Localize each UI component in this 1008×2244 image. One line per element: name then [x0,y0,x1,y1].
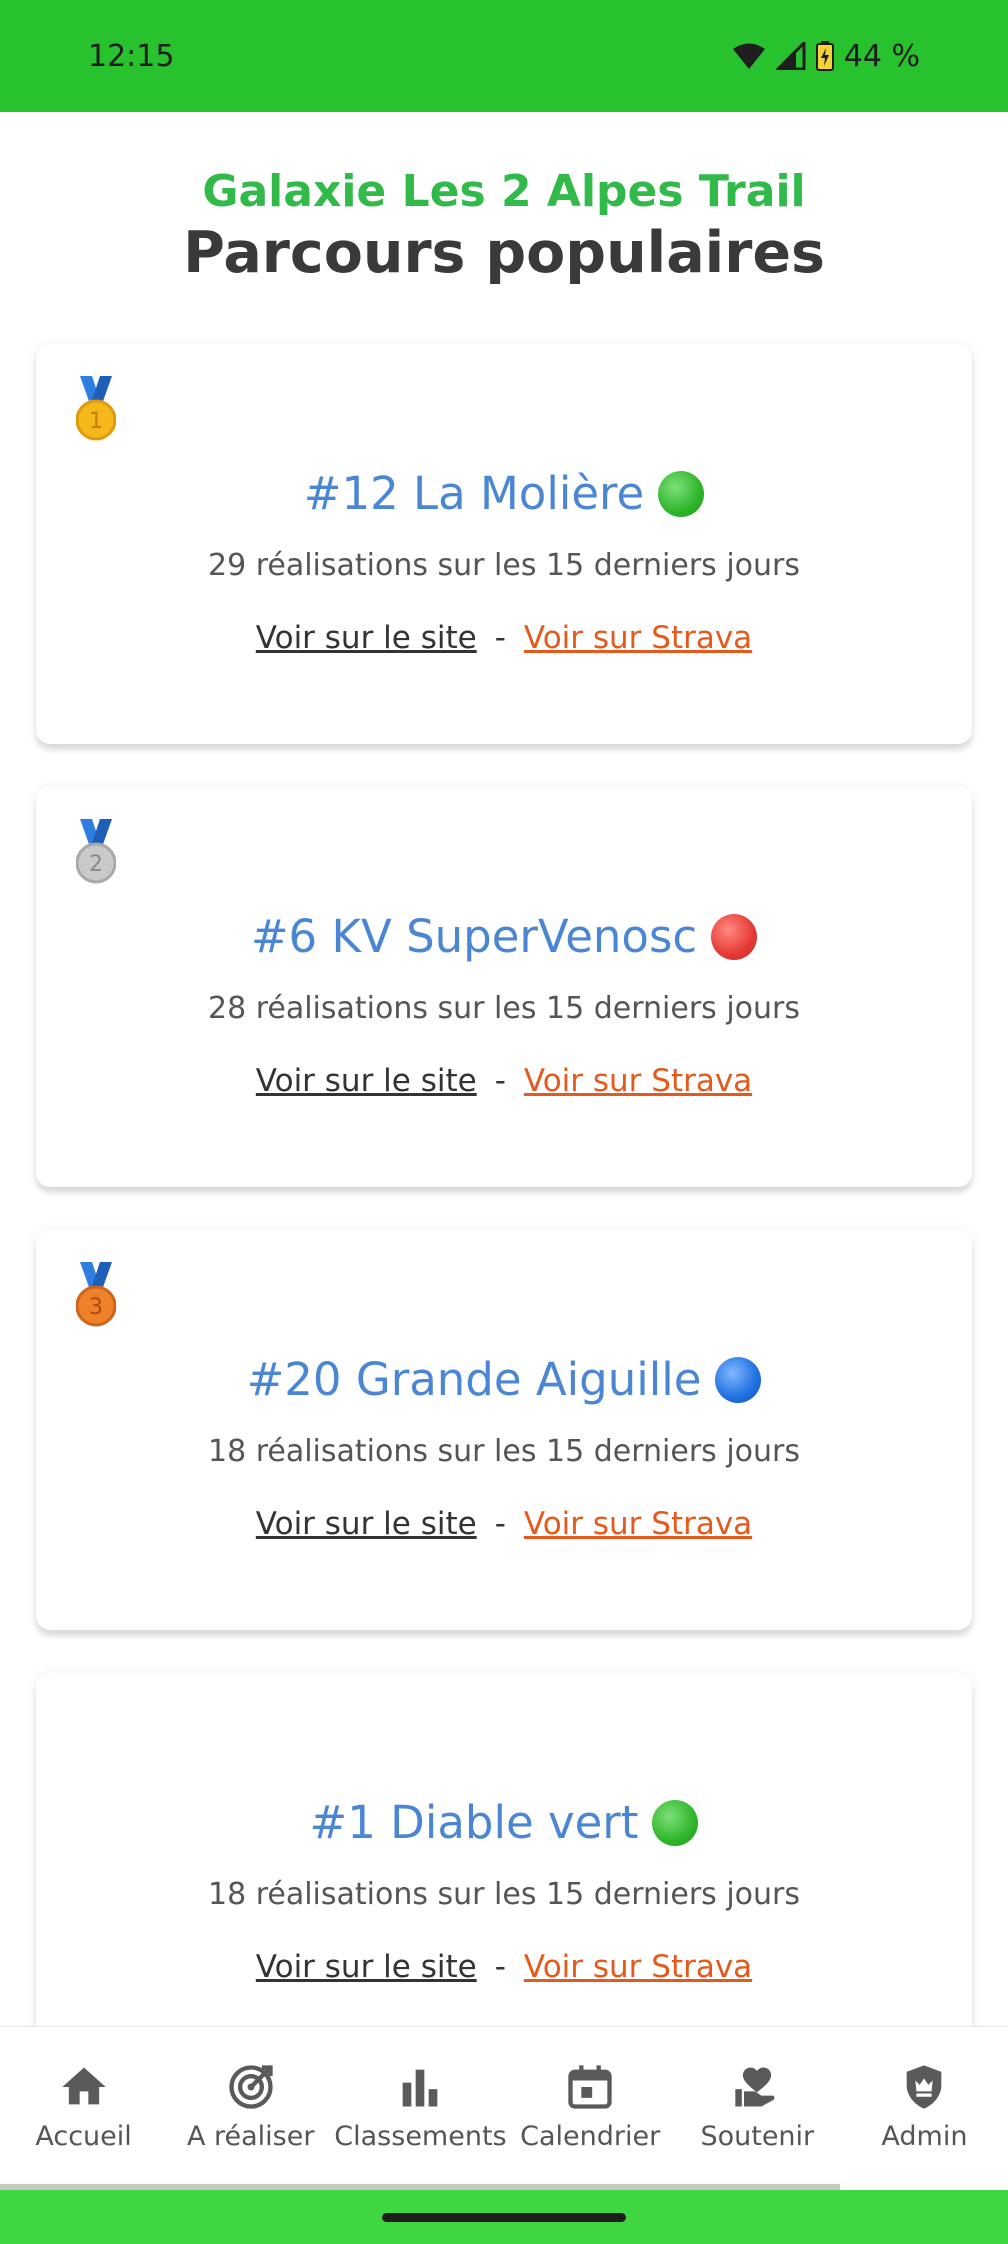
home-icon [58,2061,110,2113]
target-icon [225,2061,277,2113]
site-link[interactable]: Voir sur le site [256,1061,477,1101]
route-list: 1 #12 La Molière 29 réalisations sur les… [36,344,972,2026]
route-name[interactable]: #6 KV SuperVenosc [36,909,972,965]
nav-item-accueil[interactable]: Accueil [0,2027,167,2190]
strava-link[interactable]: Voir sur Strava [524,1061,752,1101]
route-title[interactable]: #6 KV SuperVenosc [251,909,697,965]
calendar-icon [564,2061,616,2113]
nav-label: Calendrier [520,2121,661,2152]
nav-label: Admin [881,2121,968,2152]
gesture-bar [0,2190,1008,2244]
signal-icon [775,42,806,70]
link-separator: - [494,1506,506,1542]
link-separator: - [494,1949,506,1985]
route-card: 1 #12 La Molière 29 réalisations sur les… [36,344,972,744]
svg-text:1: 1 [89,409,103,434]
nav-item-classements[interactable]: Classements [334,2027,507,2190]
route-stats: 28 réalisations sur les 15 derniers jour… [207,991,800,1026]
site-link[interactable]: Voir sur le site [256,1947,477,1987]
blue-circle-icon [715,1357,762,1403]
wifi-icon [732,42,766,70]
strava-link[interactable]: Voir sur Strava [524,1504,752,1544]
route-links: Voir sur le site - Voir sur Strava [36,1947,972,1987]
bar-chart-icon [394,2061,446,2113]
route-links: Voir sur le site - Voir sur Strava [36,1061,972,1101]
battery-level: 44 % [843,38,920,74]
route-stats: 18 réalisations sur les 15 derniers jour… [207,1877,800,1912]
page-title: Parcours populaires [183,220,825,286]
status-bar: 12:15 44 % [0,0,1008,112]
route-stats: 18 réalisations sur les 15 derniers jour… [207,1434,800,1469]
main-content[interactable]: Galaxie Les 2 Alpes Trail Parcours popul… [0,112,1008,2026]
nav-label: Soutenir [700,2121,815,2152]
strava-link[interactable]: Voir sur Strava [524,618,752,658]
route-stats: 29 réalisations sur les 15 derniers jour… [207,548,800,583]
strava-link[interactable]: Voir sur Strava [524,1947,752,1987]
site-link[interactable]: Voir sur le site [256,618,477,658]
route-title[interactable]: #1 Diable vert [310,1795,639,1851]
nav-item-soutenir[interactable]: Soutenir [674,2027,841,2190]
battery-icon [815,41,834,71]
route-name[interactable]: #20 Grande Aiguille [36,1352,972,1408]
route-links: Voir sur le site - Voir sur Strava [36,618,972,658]
page-subtitle: Galaxie Les 2 Alpes Trail [202,166,806,217]
page-header: Galaxie Les 2 Alpes Trail Parcours popul… [0,112,1008,286]
route-title[interactable]: #20 Grande Aiguille [247,1352,702,1408]
nav-label: A réaliser [186,2121,315,2152]
status-icons: 44 % [732,39,920,74]
route-name[interactable]: #12 La Molière [36,466,972,522]
route-title[interactable]: #12 La Molière [304,466,644,522]
route-card: #1 Diable vert 18 réalisations sur les 1… [36,1673,972,2026]
route-card: 3 #20 Grande Aiguille 18 réalisations su… [36,1230,972,1630]
status-time: 12:15 [88,38,175,74]
green-circle-icon [658,471,705,517]
nav-label: Accueil [35,2121,132,2152]
svg-text:2: 2 [89,852,103,877]
gold-medal-icon: 1 [75,376,117,442]
link-separator: - [494,1063,506,1099]
nav-label: Classements [334,2121,507,2152]
red-circle-icon [711,914,758,960]
gesture-handle[interactable] [382,2213,626,2222]
svg-text:3: 3 [89,1295,103,1320]
bronze-medal-icon: 3 [75,1262,117,1328]
nav-item-a-realiser[interactable]: A réaliser [167,2027,334,2190]
green-circle-icon [652,1800,699,1846]
route-card: 2 #6 KV SuperVenosc 28 réalisations sur … [36,787,972,1187]
route-links: Voir sur le site - Voir sur Strava [36,1504,972,1544]
site-link[interactable]: Voir sur le site [256,1504,477,1544]
bottom-navigation: Accueil A réaliser Classements Calendrie… [0,2026,1008,2190]
silver-medal-icon: 2 [75,819,117,885]
heart-hand-icon [731,2061,783,2113]
shield-crown-icon [898,2061,950,2113]
nav-item-calendrier[interactable]: Calendrier [507,2027,674,2190]
link-separator: - [494,620,506,656]
route-name[interactable]: #1 Diable vert [36,1795,972,1851]
nav-item-admin[interactable]: Admin [841,2027,1008,2190]
